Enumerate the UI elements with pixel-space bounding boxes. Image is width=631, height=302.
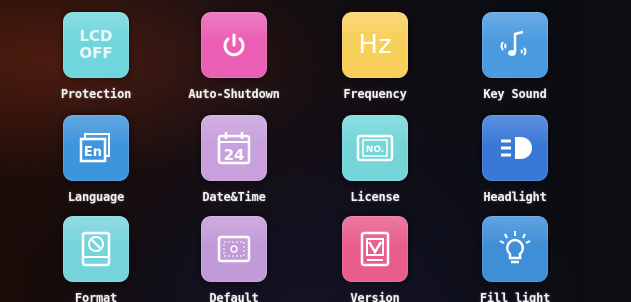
menu-item-label: Fill light [479, 291, 551, 302]
license-glyph: NO. [356, 134, 394, 162]
menu-item-label: Default [209, 291, 259, 302]
menu-item-format[interactable]: Format [26, 216, 166, 302]
headlight-icon [482, 115, 548, 181]
menu-item-auto-shutdown[interactable]: Auto-Shutdown [164, 12, 304, 101]
menu-item-label: Frequency [343, 87, 407, 101]
language-glyph: En [79, 133, 110, 163]
default-glyph [217, 235, 251, 263]
hz-icon: Hz [342, 12, 408, 78]
calendar-glyph-text: 24 [224, 146, 245, 164]
music-note-icon [482, 12, 548, 78]
language-glyph-text: En [84, 145, 102, 160]
hz-text: Hz [358, 30, 392, 60]
menu-item-fill-light[interactable]: Fill light [445, 216, 585, 302]
key-sound-glyph [500, 30, 527, 56]
license-icon: NO. [342, 115, 408, 181]
headlight-glyph [501, 137, 532, 159]
calendar-glyph: 24 [217, 132, 251, 165]
default-icon [201, 216, 267, 282]
menu-item-language[interactable]: En Language [26, 115, 166, 204]
format-glyph [81, 231, 111, 267]
power-icon [201, 12, 267, 78]
language-icon: En [63, 115, 129, 181]
license-glyph-text: NO. [366, 145, 384, 155]
menu-item-label: Auto-Shutdown [188, 87, 280, 101]
settings-screen: LCD OFF Protection Auto-Shutdown Hz Freq… [0, 0, 631, 302]
menu-item-label: Headlight [483, 190, 547, 204]
menu-item-license[interactable]: NO. License [305, 115, 445, 204]
menu-item-key-sound[interactable]: Key Sound [445, 12, 585, 101]
lcd-off-icon: LCD OFF [63, 12, 129, 78]
menu-item-headlight[interactable]: Headlight [445, 115, 585, 204]
version-glyph [360, 231, 390, 267]
version-icon [342, 216, 408, 282]
fill-light-glyph [499, 231, 531, 264]
menu-item-version[interactable]: Version [305, 216, 445, 302]
fill-light-icon [482, 216, 548, 282]
menu-item-protection[interactable]: LCD OFF Protection [26, 12, 166, 101]
format-icon [63, 216, 129, 282]
menu-item-label: Protection [60, 87, 132, 101]
menu-item-default[interactable]: Default [164, 216, 304, 302]
menu-item-label: Format [74, 291, 118, 302]
calendar-icon: 24 [201, 115, 267, 181]
lcd-off-text: LCD OFF [79, 27, 113, 62]
menu-item-label: Version [350, 291, 400, 302]
menu-item-label: Language [67, 190, 125, 204]
menu-item-frequency[interactable]: Hz Frequency [305, 12, 445, 101]
menu-item-label: License [350, 190, 400, 204]
menu-item-date-time[interactable]: 24 Date&Time [164, 115, 304, 204]
menu-item-label: Date&Time [202, 190, 266, 204]
power-glyph [223, 33, 245, 57]
menu-item-label: Key Sound [483, 87, 547, 101]
